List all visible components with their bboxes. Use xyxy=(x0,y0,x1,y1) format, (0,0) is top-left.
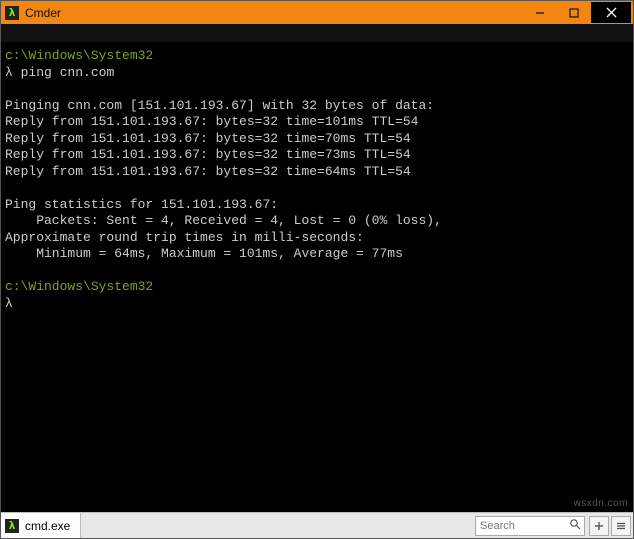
prompt-lambda: λ xyxy=(5,65,13,80)
output-line: Ping statistics for 151.101.193.67: xyxy=(5,197,278,212)
lambda-icon: λ xyxy=(5,519,19,533)
output-line: Reply from 151.101.193.67: bytes=32 time… xyxy=(5,164,411,179)
window-controls xyxy=(523,3,629,23)
watermark-text: wsxdn.com xyxy=(573,498,628,509)
menu-button[interactable] xyxy=(611,516,631,536)
output-line: Reply from 151.101.193.67: bytes=32 time… xyxy=(5,131,411,146)
output-line: Minimum = 64ms, Maximum = 101ms, Average… xyxy=(5,246,403,261)
output-line: Reply from 151.101.193.67: bytes=32 time… xyxy=(5,114,418,129)
close-button[interactable] xyxy=(591,2,631,23)
output-line: Reply from 151.101.193.67: bytes=32 time… xyxy=(5,147,411,162)
output-line: Approximate round trip times in milli-se… xyxy=(5,230,364,245)
output-line: Packets: Sent = 4, Received = 4, Lost = … xyxy=(5,213,442,228)
search-box[interactable] xyxy=(475,516,585,536)
titlebar: λ Cmder xyxy=(1,1,633,24)
search-input[interactable] xyxy=(476,518,566,534)
lambda-icon: λ xyxy=(5,6,19,20)
prompt-lambda: λ xyxy=(5,296,13,311)
window-title: Cmder xyxy=(25,6,523,20)
new-tab-button[interactable] xyxy=(589,516,609,536)
tab-label: cmd.exe xyxy=(25,519,70,533)
bottom-bar: λ cmd.exe xyxy=(1,512,633,538)
menubar xyxy=(1,24,633,42)
terminal-output[interactable]: c:\Windows\System32 λ ping cnn.com Pingi… xyxy=(1,42,633,512)
prompt-path: c:\Windows\System32 xyxy=(5,48,153,63)
typed-command: ping cnn.com xyxy=(21,65,115,80)
prompt-path: c:\Windows\System32 xyxy=(5,279,153,294)
tab-cmd[interactable]: λ cmd.exe xyxy=(1,513,81,538)
output-line: Pinging cnn.com [151.101.193.67] with 32… xyxy=(5,98,434,113)
search-icon[interactable] xyxy=(566,518,584,533)
maximize-button[interactable] xyxy=(557,3,591,23)
minimize-button[interactable] xyxy=(523,3,557,23)
